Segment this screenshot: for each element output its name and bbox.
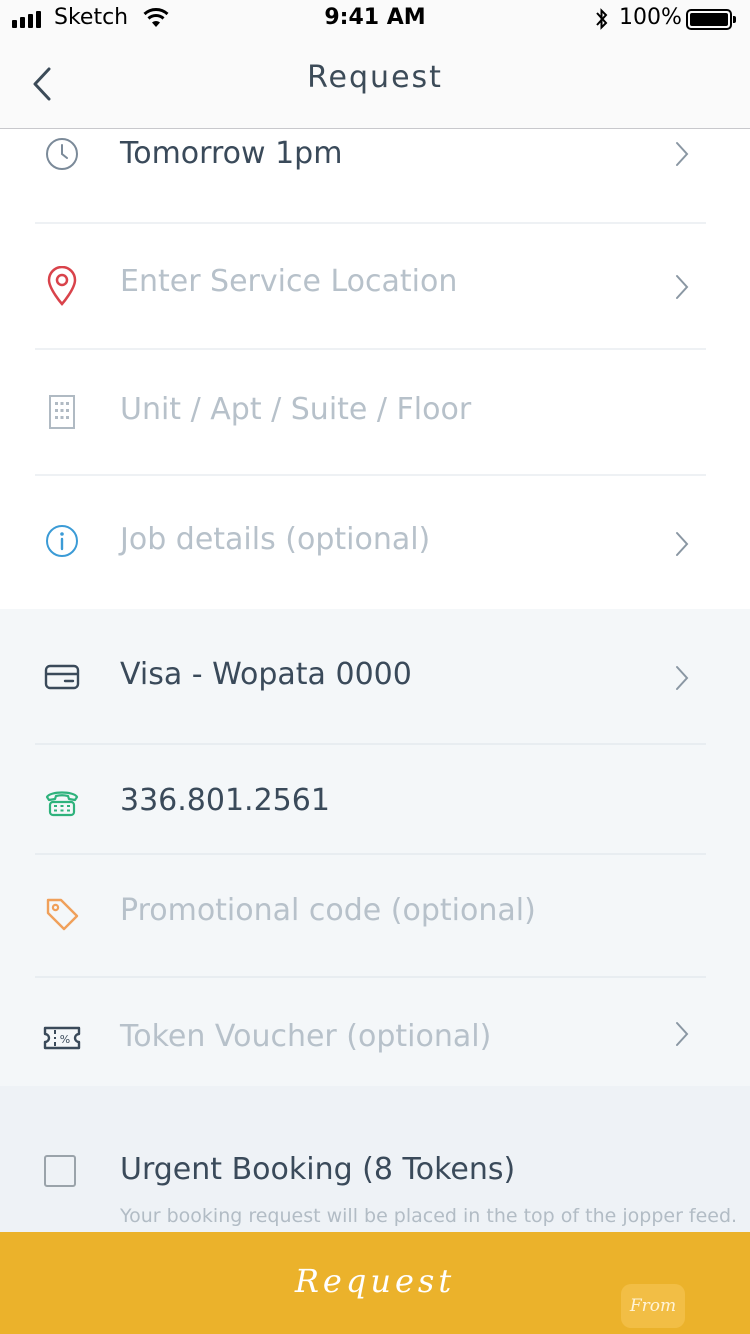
urgent-booking-checkbox[interactable] [44, 1155, 76, 1187]
battery-percent: 100% [619, 5, 682, 30]
building-icon [42, 392, 82, 432]
credit-card-icon [42, 657, 82, 697]
phone-number-value: 336.801.2561 [120, 783, 330, 818]
service-location-row[interactable]: Enter Service Location [0, 224, 750, 348]
telephone-icon [42, 783, 82, 823]
chevron-right-icon [672, 663, 692, 693]
time-value: Tomorrow 1pm [120, 136, 343, 171]
navigation-bar: Request [0, 40, 750, 129]
payment-method-row[interactable]: Visa - Wopata 0000 [0, 609, 750, 743]
unit-input-placeholder: Unit / Apt / Suite / Floor [120, 392, 472, 427]
job-details-row[interactable]: Job details (optional) [0, 476, 750, 609]
token-voucher-row[interactable]: % Token Voucher (optional) [0, 978, 750, 1086]
chevron-right-icon [672, 529, 692, 559]
map-pin-icon [42, 266, 82, 306]
urgent-booking-title: Urgent Booking (8 Tokens) [120, 1152, 516, 1187]
chevron-right-icon [672, 139, 692, 169]
tag-icon [42, 894, 82, 934]
token-voucher-placeholder: Token Voucher (optional) [120, 1019, 492, 1054]
promo-code-placeholder: Promotional code (optional) [120, 893, 536, 928]
chevron-right-icon [672, 272, 692, 302]
chevron-right-icon [672, 1019, 692, 1049]
time-row[interactable]: Tomorrow 1pm [0, 128, 750, 222]
unit-row[interactable]: Unit / Apt / Suite / Floor [0, 350, 750, 474]
promo-code-row[interactable]: Promotional code (optional) [0, 855, 750, 976]
info-icon [42, 521, 82, 561]
payment-method-value: Visa - Wopata 0000 [120, 657, 412, 692]
clock-icon [42, 134, 82, 174]
from-badge: From [621, 1284, 685, 1328]
status-bar: Sketch 9:41 AM 100% [0, 0, 750, 40]
bluetooth-icon [594, 6, 610, 36]
battery-icon [686, 9, 736, 30]
service-location-placeholder: Enter Service Location [120, 264, 458, 299]
svg-text:%: % [60, 1033, 70, 1046]
page-title: Request [307, 60, 443, 95]
urgent-booking-description: Your booking request will be placed in t… [120, 1205, 738, 1227]
request-button[interactable]: Request From [0, 1232, 750, 1334]
ticket-icon: % [42, 1018, 82, 1058]
phone-row[interactable]: 336.801.2561 [0, 745, 750, 853]
job-details-placeholder: Job details (optional) [120, 522, 431, 557]
